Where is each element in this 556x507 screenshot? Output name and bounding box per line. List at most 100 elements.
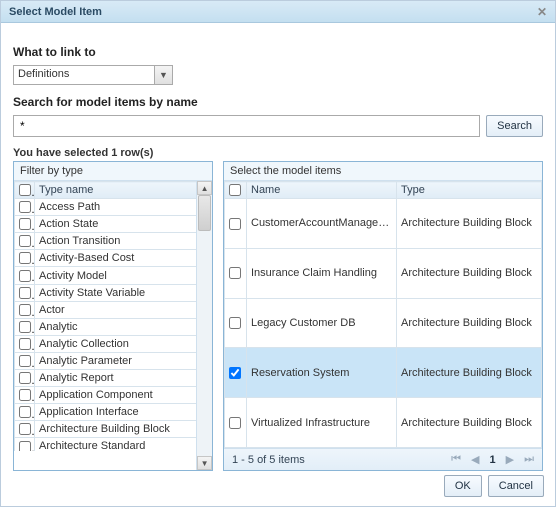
dialog-titlebar[interactable]: Select Model Item ✕: [1, 1, 555, 23]
filter-select-all-checkbox[interactable]: [19, 184, 31, 196]
filter-row-label: Activity State Variable: [35, 284, 197, 301]
items-row-type: Architecture Building Block: [397, 248, 542, 298]
filter-row[interactable]: Application Interface: [15, 404, 197, 421]
items-row-type: Architecture Building Block: [397, 398, 542, 448]
items-row-checkbox[interactable]: [229, 367, 241, 379]
filter-panel-title: Filter by type: [14, 162, 212, 181]
filter-row[interactable]: Application Component: [15, 387, 197, 404]
chevron-down-icon[interactable]: ▼: [154, 66, 172, 84]
filter-row-label: Activity-Based Cost: [35, 250, 197, 267]
scroll-up-icon[interactable]: ▲: [197, 181, 212, 195]
filter-row[interactable]: Activity Model: [15, 267, 197, 284]
what-to-link-dropdown[interactable]: Definitions ▼: [13, 65, 173, 85]
filter-row[interactable]: Architecture Building Block: [15, 421, 197, 438]
items-row-name: Insurance Claim Handling: [247, 248, 397, 298]
items-row-checkbox[interactable]: [229, 317, 241, 329]
items-row-checkbox[interactable]: [229, 417, 241, 429]
items-row[interactable]: Virtualized InfrastructureArchitecture B…: [225, 398, 542, 448]
close-icon[interactable]: ✕: [535, 5, 549, 19]
filter-row-checkbox[interactable]: [19, 372, 31, 384]
selection-count: You have selected 1 row(s): [13, 147, 543, 159]
filter-row-checkbox[interactable]: [19, 338, 31, 350]
filter-row[interactable]: Architecture Standard: [15, 438, 197, 451]
filter-row[interactable]: Analytic Collection: [15, 335, 197, 352]
items-row-checkbox[interactable]: [229, 218, 241, 230]
filter-row-checkbox[interactable]: [19, 287, 31, 299]
items-row[interactable]: Insurance Claim HandlingArchitecture Bui…: [225, 248, 542, 298]
filter-row[interactable]: Activity-Based Cost: [15, 250, 197, 267]
filter-row[interactable]: Analytic Parameter: [15, 352, 197, 369]
filter-row[interactable]: Access Path: [15, 199, 197, 216]
filter-row[interactable]: Action State: [15, 216, 197, 233]
filter-row-label: Application Component: [35, 387, 197, 404]
scroll-track[interactable]: [197, 195, 212, 456]
pager-current-page: 1: [490, 454, 496, 466]
filter-row-label: Application Interface: [35, 404, 197, 421]
items-row[interactable]: Legacy Customer DBArchitecture Building …: [225, 298, 542, 348]
ok-button[interactable]: OK: [444, 475, 482, 497]
filter-row[interactable]: Analytic: [15, 318, 197, 335]
search-button[interactable]: Search: [486, 115, 543, 137]
filter-row-checkbox[interactable]: [19, 321, 31, 333]
filter-row[interactable]: Activity State Variable: [15, 284, 197, 301]
items-panel-title: Select the model items: [224, 162, 542, 181]
pager-summary: 1 - 5 of 5 items: [232, 454, 305, 466]
items-row-name: Legacy Customer DB: [247, 298, 397, 348]
scroll-down-icon[interactable]: ▼: [197, 456, 212, 470]
items-row[interactable]: CustomerAccountManagementArchitecture Bu…: [225, 199, 542, 249]
filter-row-label: Access Path: [35, 199, 197, 216]
items-row-name: CustomerAccountManagement: [247, 199, 397, 249]
filter-row-checkbox[interactable]: [19, 252, 31, 264]
filter-row-checkbox[interactable]: [19, 218, 31, 230]
filter-row-checkbox[interactable]: [19, 304, 31, 316]
what-to-link-heading: What to link to: [13, 45, 543, 59]
dialog-title: Select Model Item: [9, 6, 102, 18]
items-row-name: Reservation System: [247, 348, 397, 398]
items-row-type: Architecture Building Block: [397, 199, 542, 249]
items-row-name: Virtualized Infrastructure: [247, 398, 397, 448]
pager-last-icon[interactable]: ⏭: [524, 453, 534, 466]
filter-row-label: Actor: [35, 301, 197, 318]
pager-first-icon[interactable]: ⏮: [451, 453, 461, 466]
scroll-thumb[interactable]: [198, 195, 211, 231]
filter-row-label: Action State: [35, 216, 197, 233]
items-header-name[interactable]: Name: [247, 182, 397, 199]
filter-row[interactable]: Action Transition: [15, 233, 197, 250]
filter-row-checkbox[interactable]: [19, 406, 31, 418]
filter-row-label: Analytic: [35, 318, 197, 335]
filter-row-label: Architecture Standard: [35, 438, 197, 451]
model-items-panel: Select the model items Name Type Custome…: [223, 161, 543, 471]
model-items-table: Name Type CustomerAccountManagementArchi…: [224, 181, 542, 448]
filter-row-label: Analytic Collection: [35, 335, 197, 352]
cancel-button[interactable]: Cancel: [488, 475, 544, 497]
filter-row-checkbox[interactable]: [19, 235, 31, 247]
items-pager: 1 - 5 of 5 items ⏮ ◀ 1 ▶ ⏭: [224, 448, 542, 470]
dropdown-selected: Definitions: [14, 66, 154, 84]
search-input[interactable]: [13, 115, 480, 137]
items-header-type[interactable]: Type: [397, 182, 542, 199]
items-select-all-checkbox[interactable]: [229, 184, 241, 196]
filter-header-typename[interactable]: Type name: [35, 182, 197, 199]
pager-next-icon[interactable]: ▶: [506, 453, 514, 466]
search-heading: Search for model items by name: [13, 95, 543, 109]
filter-row-checkbox[interactable]: [19, 423, 31, 435]
filter-row-label: Analytic Parameter: [35, 352, 197, 369]
filter-row[interactable]: Actor: [15, 301, 197, 318]
filter-row-checkbox[interactable]: [19, 201, 31, 213]
items-row[interactable]: Reservation SystemArchitecture Building …: [225, 348, 542, 398]
select-model-item-dialog: Select Model Item ✕ What to link to Defi…: [0, 0, 556, 507]
filter-row-checkbox[interactable]: [19, 389, 31, 401]
filter-row[interactable]: Analytic Report: [15, 370, 197, 387]
filter-scrollbar[interactable]: ▲ ▼: [196, 181, 212, 470]
items-row-type: Architecture Building Block: [397, 348, 542, 398]
filter-type-table: Type name Access PathAction StateAction …: [14, 181, 196, 451]
filter-row-checkbox[interactable]: [19, 355, 31, 367]
filter-row-checkbox[interactable]: [19, 270, 31, 282]
filter-row-label: Activity Model: [35, 267, 197, 284]
items-row-type: Architecture Building Block: [397, 298, 542, 348]
filter-by-type-panel: Filter by type Type name Access PathActi…: [13, 161, 213, 471]
items-row-checkbox[interactable]: [229, 267, 241, 279]
pager-prev-icon[interactable]: ◀: [471, 453, 479, 466]
filter-row-checkbox[interactable]: [19, 441, 31, 452]
filter-row-label: Architecture Building Block: [35, 421, 197, 438]
